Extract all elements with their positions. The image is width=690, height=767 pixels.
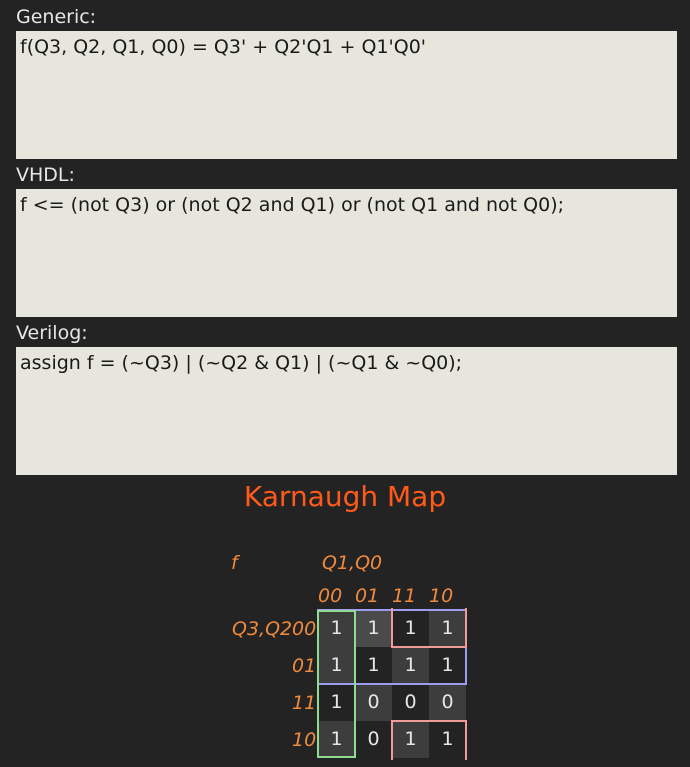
kmap-cell: 1 bbox=[429, 610, 466, 647]
kmap-col-header: 10 bbox=[429, 585, 454, 607]
kmap-cell: 1 bbox=[318, 721, 355, 758]
kmap-cell: 1 bbox=[367, 654, 380, 676]
verilog-code-textarea[interactable]: assign f = (~Q3) | (~Q2 & Q1) | (~Q1 & ~… bbox=[16, 347, 677, 475]
kmap-cell: 1 bbox=[330, 691, 343, 713]
kmap-col-header: 00 bbox=[318, 585, 343, 607]
verilog-label: Verilog: bbox=[16, 322, 88, 344]
vhdl-code-textarea[interactable]: f <= (not Q3) or (not Q2 and Q1) or (not… bbox=[16, 189, 677, 317]
kmap-row-header: 11 bbox=[292, 692, 317, 714]
kmap-cell: 1 bbox=[441, 654, 454, 676]
kmap-cell: 0 bbox=[429, 684, 466, 721]
kmap-cell: 0 bbox=[367, 728, 380, 750]
vhdl-label: VHDL: bbox=[16, 164, 75, 186]
karnaugh-map-title: Karnaugh Map bbox=[243, 480, 447, 513]
kmap-row-header: 00 bbox=[292, 618, 317, 640]
kmap-cell: 1 bbox=[392, 721, 429, 758]
kmap-cell: 1 bbox=[392, 647, 429, 684]
kmap-cell: 0 bbox=[404, 691, 417, 713]
kmap-row-variables: Q3,Q2 bbox=[232, 618, 293, 640]
generic-label: Generic: bbox=[16, 6, 97, 28]
kmap-cell: 0 bbox=[355, 684, 392, 721]
kmap-col-header: 11 bbox=[392, 585, 417, 607]
kmap-cell: 1 bbox=[404, 617, 417, 639]
kmap-cell: 1 bbox=[355, 610, 392, 647]
kmap-column-variables: Q1,Q0 bbox=[322, 552, 383, 574]
kmap-col-header: 01 bbox=[355, 585, 380, 607]
kmap-row-header: 01 bbox=[292, 655, 317, 677]
kmap-row-header: 10 bbox=[292, 729, 317, 751]
kmap-function-name: f bbox=[231, 552, 238, 574]
generic-code-textarea[interactable]: f(Q3, Q2, Q1, Q0) = Q3' + Q2'Q1 + Q1'Q0' bbox=[16, 31, 677, 159]
kmap-cell: 1 bbox=[441, 728, 454, 750]
kmap-cell: 1 bbox=[318, 610, 355, 647]
kmap-cell: 1 bbox=[318, 647, 355, 684]
